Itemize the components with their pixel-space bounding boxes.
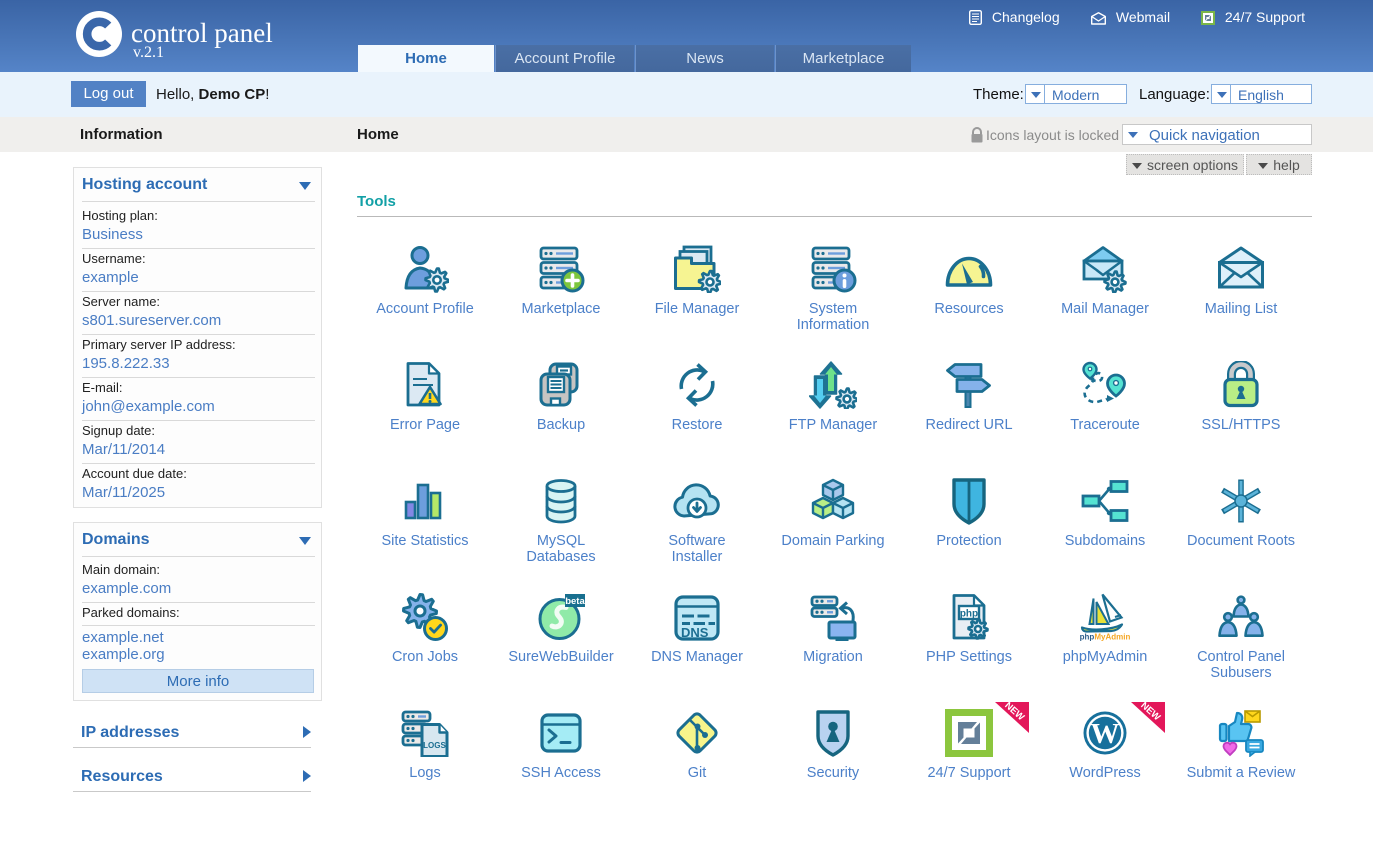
svg-text:W: W: [1091, 718, 1120, 750]
svg-text:beta: beta: [565, 596, 585, 607]
svg-text:LOGS: LOGS: [423, 741, 446, 750]
svg-text:DNS: DNS: [681, 625, 709, 640]
svg-text:phpMyAdmin: phpMyAdmin: [1080, 633, 1131, 642]
svg-text:php: php: [960, 609, 978, 620]
